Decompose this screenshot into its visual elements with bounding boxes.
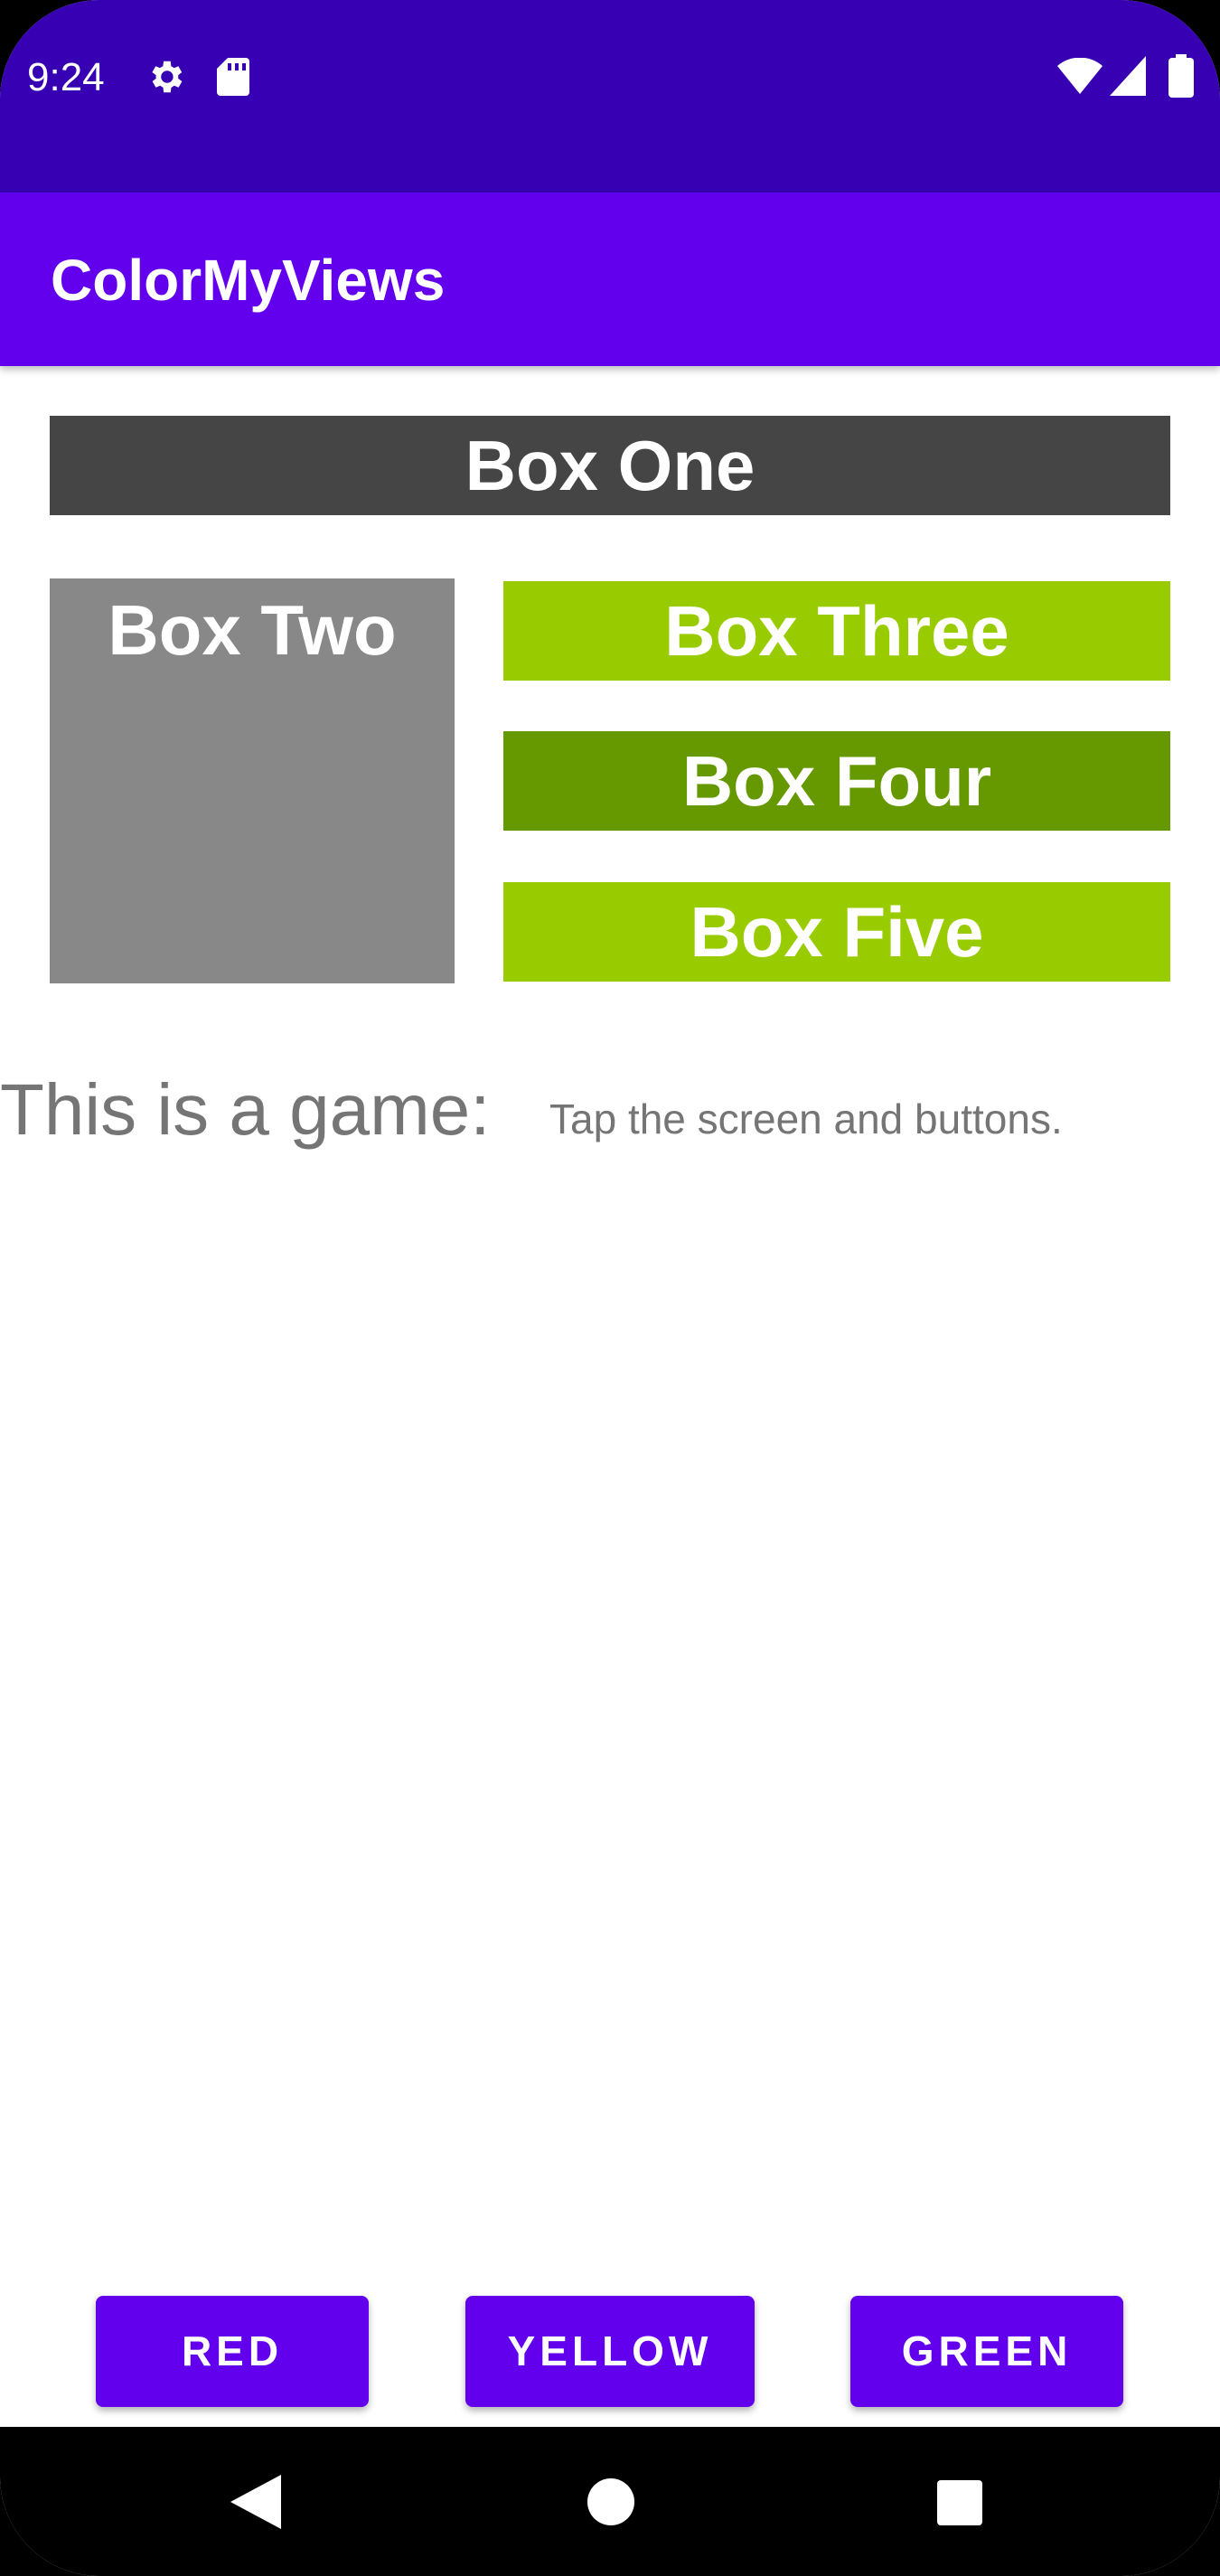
status-time: 9:24 [27,55,105,99]
label-game[interactable]: This is a game: [0,1065,490,1155]
box-one[interactable]: Box One [50,416,1170,515]
battery-icon [1168,54,1194,98]
sd-card-icon [217,58,249,96]
gear-icon [152,61,183,93]
box-five[interactable]: Box Five [503,882,1170,982]
signal-icon [1110,56,1146,96]
box-four[interactable]: Box Four [503,731,1170,831]
box-three[interactable]: Box Three [503,581,1170,681]
green-button[interactable]: GREEN [850,2296,1123,2407]
yellow-button[interactable]: YELLOW [465,2296,755,2407]
box-two[interactable]: Box Two [50,578,455,983]
home-icon[interactable] [587,2478,634,2525]
red-button[interactable]: RED [96,2296,369,2407]
recent-apps-icon[interactable] [937,2480,982,2525]
label-info[interactable]: Tap the screen and buttons. [549,1092,1063,1146]
phone-screen: 9:24 ColorMyViews Box One Box Two Box Th… [0,0,1220,2576]
back-icon[interactable] [230,2475,281,2529]
navigation-bar [0,2427,1220,2576]
status-bar: 9:24 [0,0,1220,193]
wifi-icon [1057,58,1103,94]
app-bar: ColorMyViews [0,193,1220,366]
app-title: ColorMyViews [51,248,446,313]
